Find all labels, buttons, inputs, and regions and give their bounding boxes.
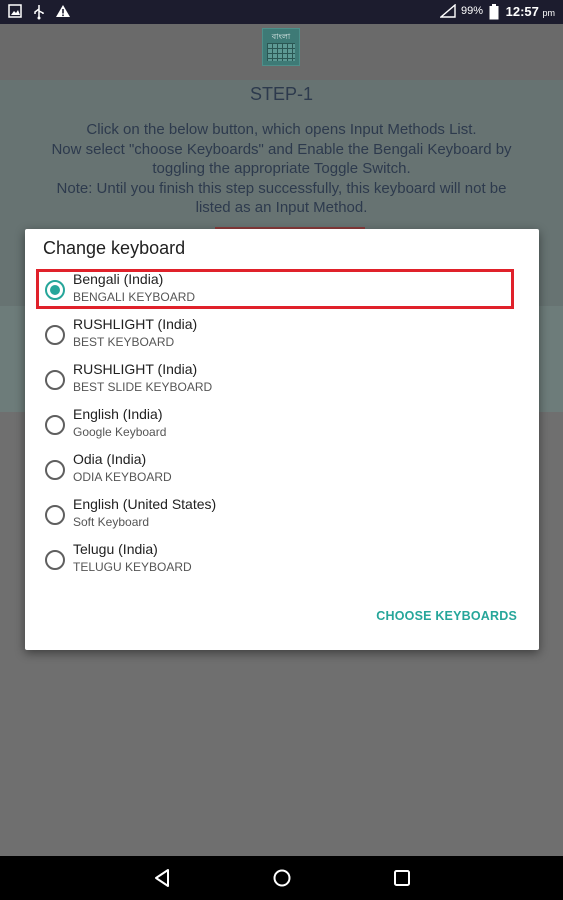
app-header: বাংলা xyxy=(0,24,563,80)
radio-button[interactable] xyxy=(45,460,65,480)
app-logo: বাংলা xyxy=(262,28,300,66)
instruction-line: toggling the appropriate Toggle Switch. xyxy=(152,160,411,177)
option-name: Telugu (India) xyxy=(73,541,158,557)
option-name: English (United States) xyxy=(73,496,217,512)
dialog-title: Change keyboard xyxy=(43,238,186,258)
clock-suffix: pm xyxy=(542,8,555,18)
instruction-line: Click on the below button, which opens I… xyxy=(86,121,477,138)
option-name: English (India) xyxy=(73,406,163,422)
keyboard-option-english-india[interactable]: English (India) Google Keyboard xyxy=(25,404,539,449)
instruction-line: listed as an Input Method. xyxy=(195,199,368,216)
clock-time: 12:57 xyxy=(505,4,539,19)
option-subtitle: ODIA KEYBOARD xyxy=(73,470,172,484)
option-subtitle: BEST SLIDE KEYBOARD xyxy=(73,380,213,394)
radio-button[interactable] xyxy=(45,325,65,345)
instruction-line: Now select "choose Keyboards" and Enable… xyxy=(51,140,512,158)
keyboard-option-english-us[interactable]: English (United States) Soft Keyboard xyxy=(25,494,539,539)
option-subtitle: Soft Keyboard xyxy=(73,515,150,529)
choose-keyboards-button[interactable]: CHOOSE KEYBOARDS xyxy=(376,609,517,623)
option-name: RUSHLIGHT (India) xyxy=(73,361,198,377)
change-keyboard-dialog: Change keyboard Bengali (India) BENGALI … xyxy=(25,229,539,650)
radio-button[interactable] xyxy=(45,415,65,435)
clock: 12:57 pm xyxy=(506,4,555,19)
instruction-line: Note: Until you finish this step success… xyxy=(56,179,507,197)
option-subtitle: BEST KEYBOARD xyxy=(73,335,175,349)
usb-icon xyxy=(34,5,44,20)
radio-button[interactable] xyxy=(45,505,65,525)
radio-button[interactable] xyxy=(45,550,65,570)
selection-highlight-box xyxy=(36,269,514,309)
option-subtitle: TELUGU KEYBOARD xyxy=(73,560,192,574)
keyboard-option-rushlight-slide[interactable]: RUSHLIGHT (India) BEST SLIDE KEYBOARD xyxy=(25,359,539,404)
option-name: RUSHLIGHT (India) xyxy=(73,316,198,332)
option-subtitle: Google Keyboard xyxy=(73,425,167,439)
battery-icon xyxy=(489,4,499,20)
status-bar: 99% 12:57 pm xyxy=(0,0,563,24)
keyboard-option-rushlight-best[interactable]: RUSHLIGHT (India) BEST KEYBOARD xyxy=(25,314,539,359)
step-instructions: Click on the below button, which opens I… xyxy=(10,120,553,218)
home-icon[interactable] xyxy=(270,866,294,890)
keyboard-option-telugu[interactable]: Telugu (India) TELUGU KEYBOARD xyxy=(25,539,539,584)
signal-icon xyxy=(440,4,456,18)
navigation-bar xyxy=(0,856,563,900)
option-name: Odia (India) xyxy=(73,451,147,467)
battery-percent: 99% xyxy=(460,5,483,17)
keyboard-option-odia[interactable]: Odia (India) ODIA KEYBOARD xyxy=(25,449,539,494)
radio-button[interactable] xyxy=(45,370,65,390)
recents-icon[interactable] xyxy=(390,866,414,890)
keyboard-grid-icon xyxy=(267,43,295,61)
step-title: STEP-1 xyxy=(249,84,314,104)
warning-icon xyxy=(56,5,70,17)
back-icon[interactable] xyxy=(150,866,174,890)
image-icon xyxy=(8,4,22,18)
